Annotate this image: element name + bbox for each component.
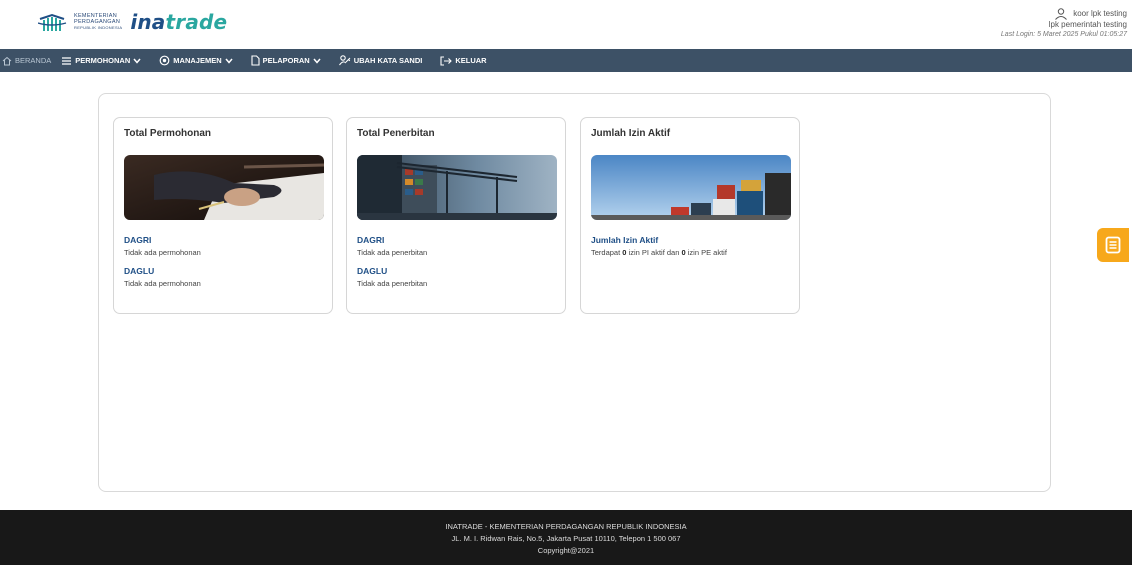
card-jumlah-izin-aktif: Jumlah Izin Aktif Jumlah Izin Aktif Terd… (580, 117, 800, 314)
card-total-permohonan: Total Permohonan DAGRI Tidak ada permoho… (113, 117, 333, 314)
user-name: koor lpk testing (1073, 9, 1127, 19)
main-navbar: BERANDA PERMOHONAN MANAJEMEN PELAPORAN U… (0, 49, 1132, 72)
port-container-crane-image (357, 155, 557, 220)
user-role: lpk pemerintah testing (1048, 20, 1127, 29)
shipping-containers-image (591, 155, 791, 220)
list-icon (62, 56, 72, 65)
dagri-label: DAGRI (124, 235, 152, 245)
user-info[interactable]: koor lpk testing lpk pemerintah testing … (1001, 8, 1127, 39)
daglu-label: DAGLU (124, 266, 155, 276)
card-body: DAGRI Tidak ada permohonan DAGLU Tidak a… (124, 235, 329, 297)
dagri-text: Tidak ada permohonan (124, 248, 201, 257)
izin-aktif-label: Jumlah Izin Aktif (591, 235, 659, 245)
chevron-down-icon (225, 58, 233, 64)
kemendag-emblem-icon (38, 13, 67, 31)
chevron-down-icon (133, 58, 141, 64)
nav-manajemen[interactable]: MANAJEMEN (159, 55, 233, 66)
brand-name: inatrade (130, 10, 228, 34)
footer-address: JL. M. I. Ridwan Rais, No.5, Jakarta Pus… (451, 534, 681, 543)
logo[interactable]: KEMENTERIAN PERDAGANGAN REPUBLIK INDONES… (38, 10, 227, 34)
nav-keluar[interactable]: KELUAR (440, 55, 487, 66)
gear-icon (159, 55, 170, 66)
ministry-name: KEMENTERIAN PERDAGANGAN REPUBLIK INDONES… (74, 13, 123, 30)
dagri-text: Tidak ada penerbitan (357, 248, 428, 257)
izin-aktif-text: Terdapat 0 izin PI aktif dan 0 izin PE a… (591, 248, 727, 257)
footer: INATRADE - KEMENTERIAN PERDAGANGAN REPUB… (0, 510, 1132, 565)
card-total-penerbitan: Total Penerbitan DAGRI Tidak ada penerbi… (346, 117, 566, 314)
notes-icon (1105, 236, 1121, 254)
card-title: Total Penerbitan (357, 128, 435, 139)
key-user-icon (338, 55, 351, 66)
nav-beranda[interactable]: BERANDA (2, 56, 51, 66)
footer-org: INATRADE - KEMENTERIAN PERDAGANGAN REPUB… (445, 522, 687, 531)
nav-pelaporan[interactable]: PELAPORAN (251, 55, 321, 66)
last-login: Last Login: 5 Maret 2025 Pukul 01:05:27 (1000, 30, 1127, 38)
home-icon (2, 56, 12, 65)
user-icon (1055, 8, 1068, 20)
daglu-text: Tidak ada permohonan (124, 279, 201, 288)
logout-icon (440, 55, 453, 66)
header: KEMENTERIAN PERDAGANGAN REPUBLIK INDONES… (0, 0, 1132, 49)
nav-ubah-kata-sandi[interactable]: UBAH KATA SANDI (338, 55, 422, 66)
card-body: Jumlah Izin Aktif Terdapat 0 izin PI akt… (591, 235, 796, 266)
document-icon (251, 55, 260, 66)
hand-signing-document-image (124, 155, 324, 220)
dagri-label: DAGRI (357, 235, 385, 245)
notes-floating-button[interactable] (1097, 228, 1129, 262)
card-title: Jumlah Izin Aktif (591, 128, 671, 139)
chevron-down-icon (313, 58, 321, 64)
card-title: Total Permohonan (124, 128, 212, 139)
daglu-label: DAGLU (357, 266, 388, 276)
daglu-text: Tidak ada penerbitan (357, 279, 428, 288)
footer-copyright: Copyright@2021 (537, 546, 595, 555)
card-body: DAGRI Tidak ada penerbitan DAGLU Tidak a… (357, 235, 562, 297)
nav-permohonan[interactable]: PERMOHONAN (61, 56, 141, 66)
